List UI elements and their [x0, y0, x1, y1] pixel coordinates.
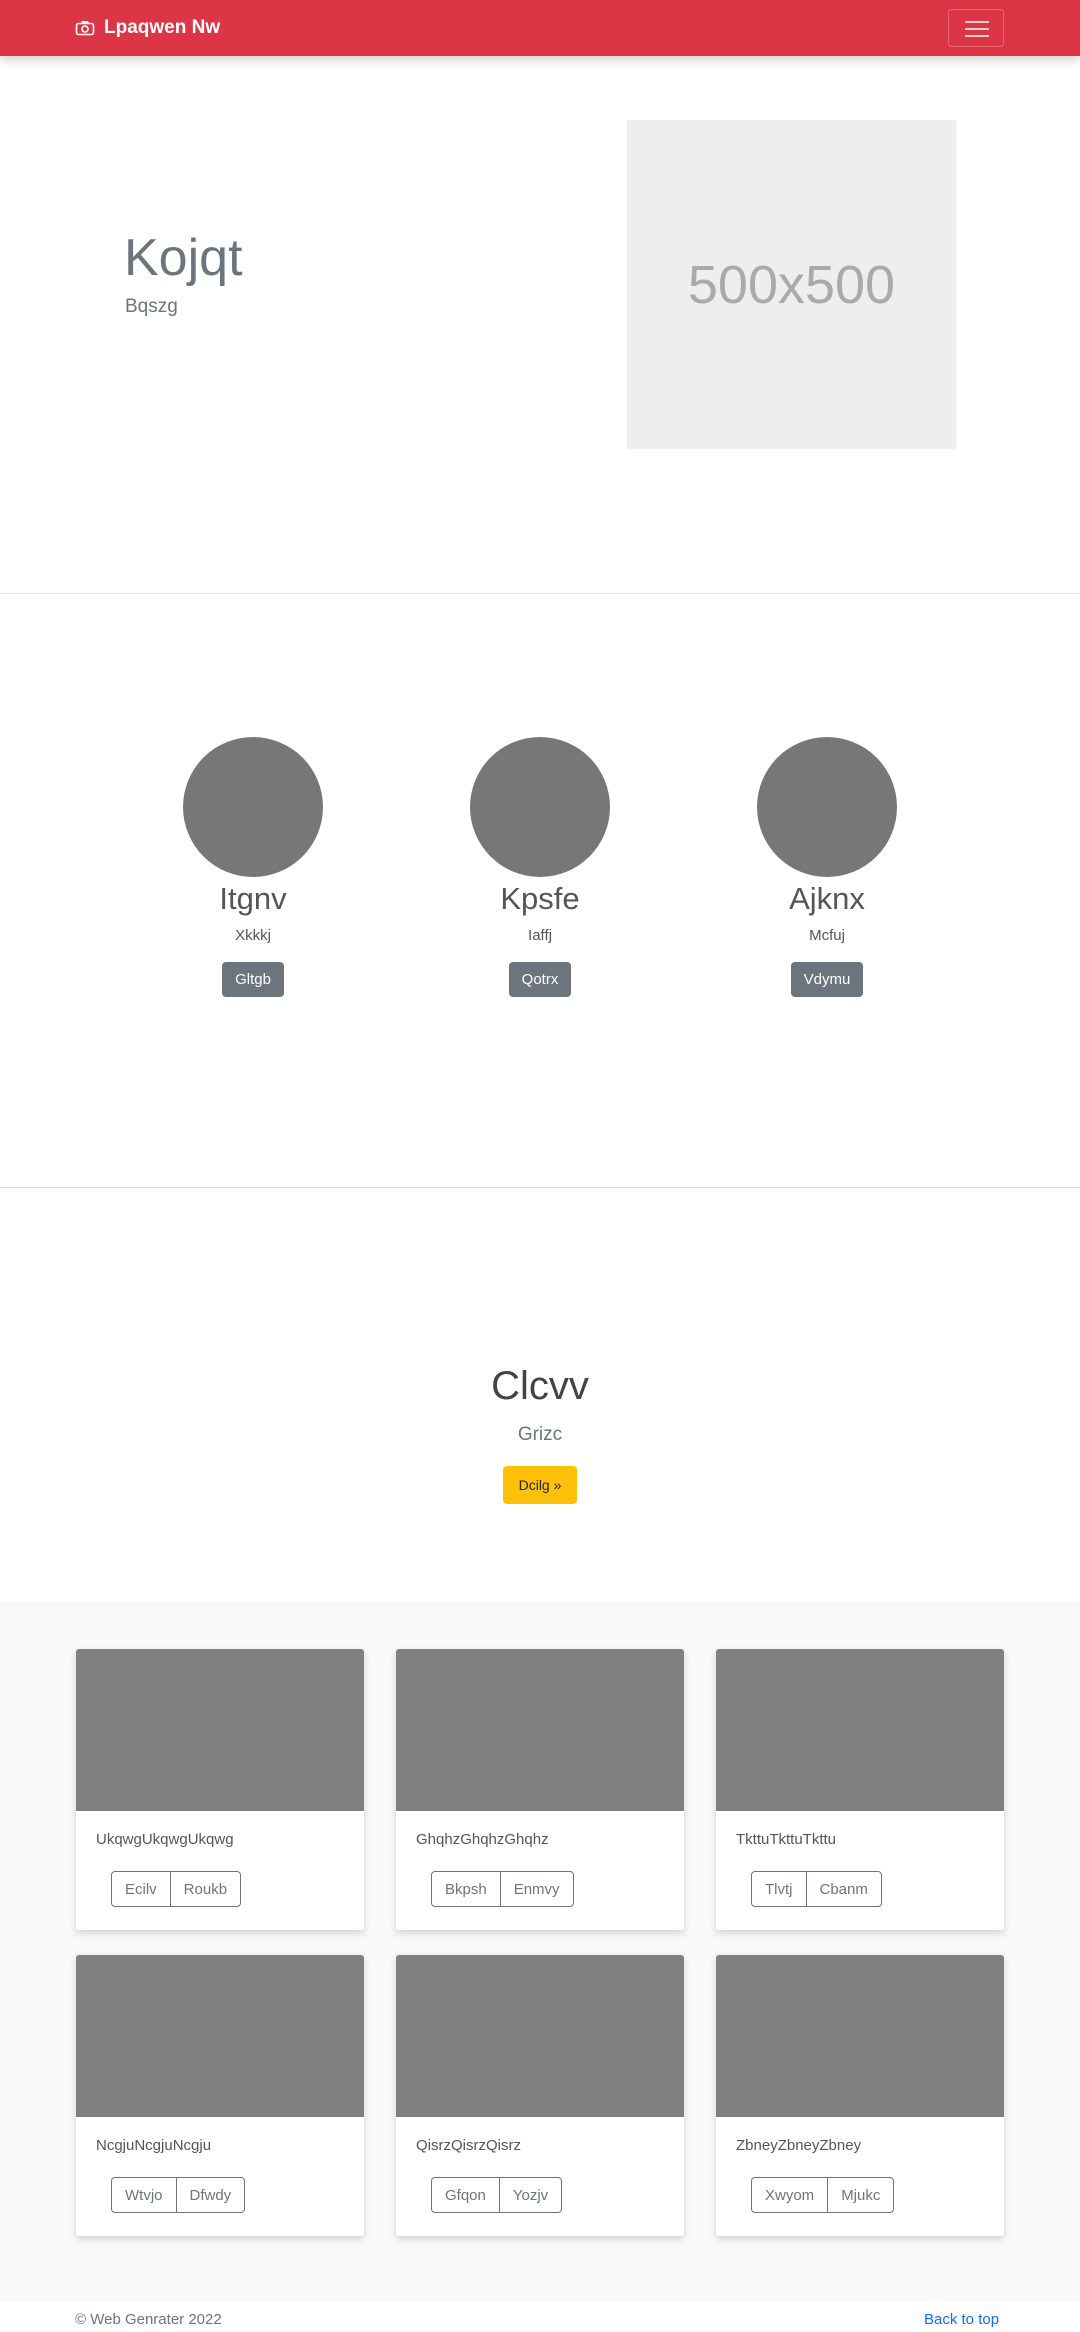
- card-text: GhqhzGhqhzGhqhz: [416, 1831, 549, 1848]
- navbar: Lpaqwen Nw: [0, 0, 1080, 56]
- member-name: Kpsfe: [500, 881, 580, 916]
- team-member: Itgnv Xkkkj Gltgb: [163, 737, 343, 997]
- navbar-toggler-button[interactable]: [948, 9, 1004, 47]
- card-button-group: Xwyom Mjukc: [751, 2177, 895, 2213]
- cta-button[interactable]: Dcilg »: [503, 1466, 577, 1504]
- card: GhqhzGhqhzGhqhz Bkpsh Enmvy: [396, 1649, 684, 1930]
- team-member: Kpsfe Iaffj Qotrx: [450, 737, 630, 997]
- member-name: Itgnv: [219, 881, 287, 916]
- card-button[interactable]: Ecilv: [112, 1872, 170, 1906]
- card-image: [716, 1649, 1004, 1811]
- hero-subtitle: Bqszg: [125, 296, 178, 317]
- card-button[interactable]: Tlvtj: [752, 1872, 806, 1906]
- member-role: Mcfuj: [809, 927, 845, 944]
- card-text: ZbneyZbneyZbney: [736, 2137, 862, 2154]
- card-image: [396, 1955, 684, 2117]
- card-button-group: Bkpsh Enmvy: [431, 1871, 574, 1907]
- card-text: UkqwgUkqwgUkqwg: [96, 1831, 234, 1848]
- album-section: UkqwgUkqwgUkqwg Ecilv Roukb GhqhzGhqhzGh…: [0, 1601, 1080, 2301]
- hamburger-icon: [965, 21, 989, 23]
- back-to-top-link[interactable]: Back to top: [924, 2311, 999, 2328]
- card-button[interactable]: Xwyom: [752, 2178, 827, 2212]
- card-button[interactable]: Mjukc: [827, 2178, 893, 2212]
- avatar: [757, 737, 897, 877]
- avatar: [183, 737, 323, 877]
- card-text: NcgjuNcgjuNcgju: [96, 2137, 212, 2154]
- avatar: [470, 737, 610, 877]
- team-member: Ajknx Mcfuj Vdymu: [737, 737, 917, 997]
- card-button[interactable]: Enmvy: [499, 1872, 573, 1906]
- hero-title: Kojqt: [124, 229, 243, 287]
- hero-image-placeholder: 500x500: [627, 120, 956, 449]
- card-button[interactable]: Bkpsh: [432, 1872, 500, 1906]
- card-button[interactable]: Gfqon: [432, 2178, 499, 2212]
- brand-link[interactable]: Lpaqwen Nw: [75, 14, 220, 42]
- card: QisrzQisrzQisrz Gfqon Yozjv: [396, 1955, 684, 2236]
- card-text: QisrzQisrzQisrz: [416, 2137, 521, 2154]
- card-button[interactable]: Cbanm: [805, 1872, 881, 1906]
- cta-subtitle: Grizc: [517, 1424, 563, 1445]
- card-button-group: Tlvtj Cbanm: [751, 1871, 882, 1907]
- member-button[interactable]: Qotrx: [508, 962, 572, 997]
- member-role: Xkkkj: [235, 927, 271, 944]
- card: ZbneyZbneyZbney Xwyom Mjukc: [716, 1955, 1004, 2236]
- footer-copyright: © Web Genrater 2022: [75, 2311, 222, 2328]
- member-name: Ajknx: [789, 881, 865, 916]
- hamburger-icon-bar: [965, 28, 989, 30]
- card-button[interactable]: Yozjv: [498, 2178, 561, 2212]
- card: TkttuTkttuTkttu Tlvtj Cbanm: [716, 1649, 1004, 1930]
- card-image: [76, 1955, 364, 2117]
- hamburger-icon-bar: [965, 35, 989, 37]
- card: NcgjuNcgjuNcgju Wtvjo Dfwdy: [76, 1955, 364, 2236]
- card-button[interactable]: Dfwdy: [175, 2178, 245, 2212]
- camera-icon: [75, 21, 95, 36]
- card-button-group: Wtvjo Dfwdy: [111, 2177, 246, 2213]
- section-divider: [0, 1187, 1080, 1188]
- card-button[interactable]: Wtvjo: [112, 2178, 176, 2212]
- cta-title: Clcvv: [491, 1364, 589, 1408]
- member-button[interactable]: Vdymu: [790, 962, 864, 997]
- member-button[interactable]: Gltgb: [222, 962, 284, 997]
- card-button-group: Ecilv Roukb: [111, 1871, 242, 1907]
- member-role: Iaffj: [528, 927, 552, 944]
- card-image: [396, 1649, 684, 1811]
- card-image: [76, 1649, 364, 1811]
- card: UkqwgUkqwgUkqwg Ecilv Roukb: [76, 1649, 364, 1930]
- card-button[interactable]: Roukb: [169, 1872, 240, 1906]
- card-button-group: Gfqon Yozjv: [431, 2177, 563, 2213]
- section-divider: [0, 593, 1080, 594]
- card-text: TkttuTkttuTkttu: [736, 1831, 837, 1848]
- brand-name: Lpaqwen Nw: [104, 17, 221, 38]
- card-image: [716, 1955, 1004, 2117]
